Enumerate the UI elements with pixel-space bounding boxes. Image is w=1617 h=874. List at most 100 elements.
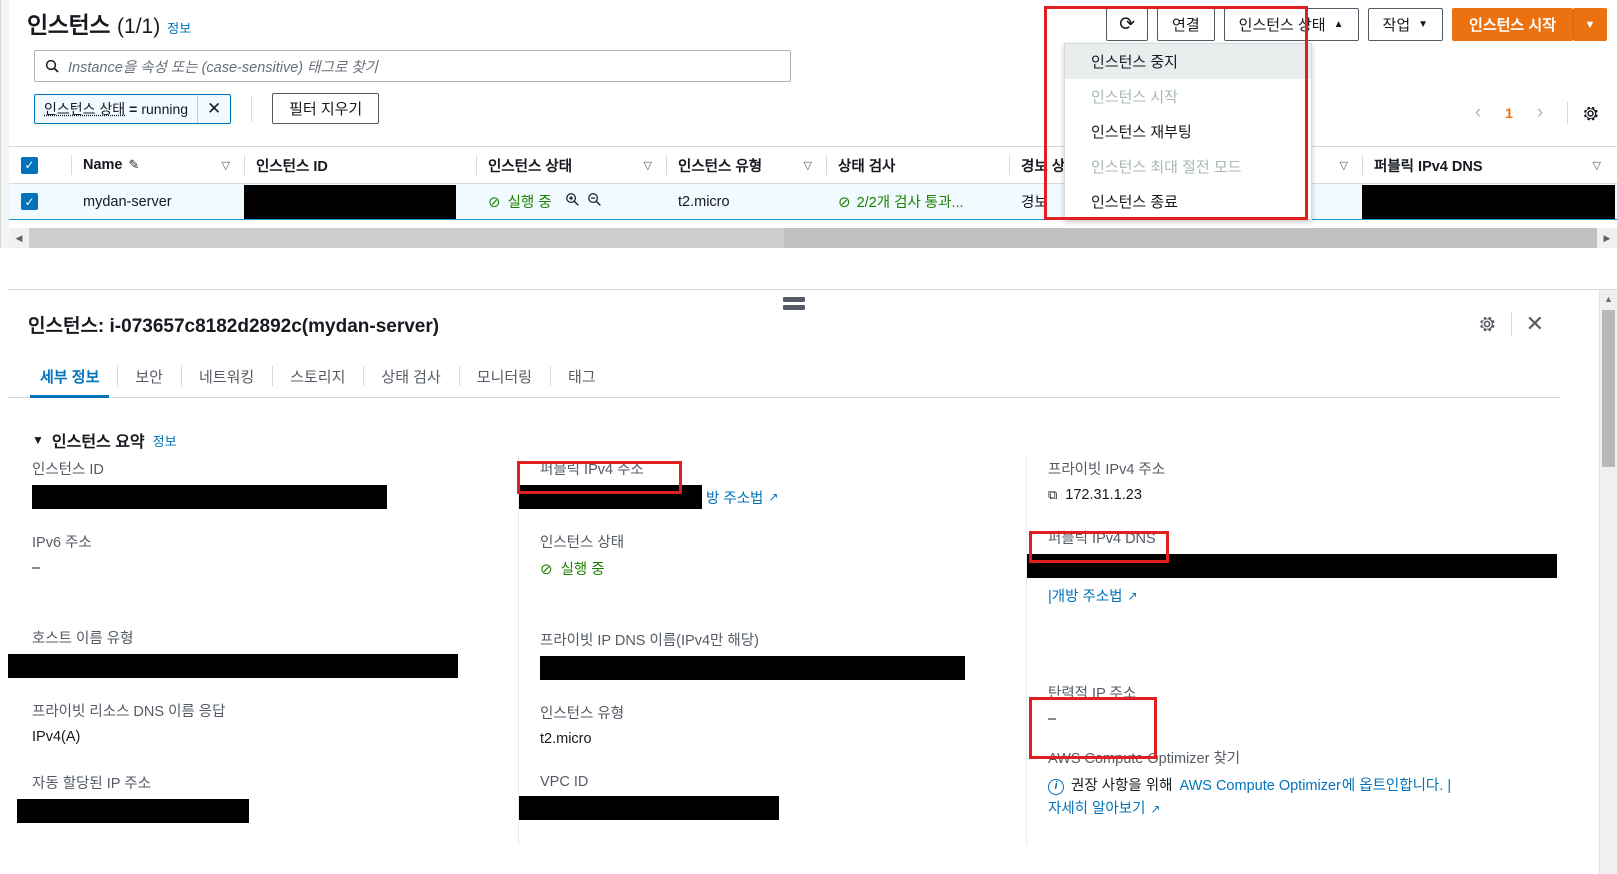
tab-divider	[363, 366, 365, 386]
chevron-down-icon[interactable]: ▼	[32, 433, 44, 447]
detail-vertical-scrollbar[interactable]: ▲	[1599, 290, 1617, 874]
tab-label: 보안	[135, 368, 163, 386]
tab-tags[interactable]: 태그	[549, 358, 614, 394]
tab-divider	[180, 366, 182, 386]
detail-panel-actions: ✕	[1477, 312, 1544, 336]
vertical-scroll-thumb[interactable]	[1602, 310, 1615, 467]
tab-status-checks[interactable]: 상태 검사	[363, 358, 458, 394]
menu-item-stop-instance[interactable]: 인스턴스 중지	[1065, 44, 1311, 79]
actions-button[interactable]: 작업 ▼	[1367, 8, 1444, 41]
summary-info-link[interactable]: 정보	[153, 431, 177, 450]
redacted-value	[540, 656, 965, 680]
instance-state-dropdown-menu[interactable]: 인스턴스 중지 인스턴스 시작 인스턴스 재부팅 인스턴스 최대 절전 모드 인…	[1064, 43, 1312, 220]
filter-token-key: 인스턴스 상태	[44, 100, 126, 117]
tab-security[interactable]: 보안	[117, 358, 181, 394]
tab-networking[interactable]: 네트워킹	[180, 358, 272, 394]
next-page-button[interactable]: ›	[1526, 100, 1554, 126]
filter-token-instance-state[interactable]: 인스턴스 상태 = running ✕	[34, 93, 232, 124]
sort-caret-icon[interactable]: ▽	[222, 159, 230, 172]
column-header-instance-id[interactable]: 인스턴스 ID	[244, 155, 476, 176]
summary-mid-column: 퍼블릭 IPv4 주소 방 주소법 ↗ 인스턴스 상태 ⊘ 실행 중 프라이빗	[518, 458, 1026, 845]
prev-page-button[interactable]: ‹	[1464, 100, 1492, 126]
field-value: |개방 주소법 ↗	[1027, 554, 1557, 606]
column-header-name[interactable]: Name ✎ ▽	[71, 155, 244, 175]
row-select-cell: ✓	[9, 193, 71, 210]
menu-item-terminate-instance[interactable]: 인스턴스 종료	[1065, 184, 1311, 219]
copy-icon[interactable]: ⧉	[1048, 487, 1057, 503]
sort-caret-icon[interactable]: ▽	[644, 159, 652, 172]
panel-resize-handle[interactable]	[783, 297, 805, 313]
sort-caret-icon[interactable]: ▽	[1340, 159, 1348, 172]
tab-monitoring[interactable]: 모니터링	[458, 358, 550, 394]
status-check-text: 2/2개 검사 통과...	[856, 195, 964, 211]
field-private-ip-dns-name: 프라이빗 IP DNS 이름(IPv4만 해당)	[540, 629, 1026, 680]
column-header-public-ipv4-dns[interactable]: 퍼블릭 IPv4 DNS ▽	[1362, 155, 1615, 176]
external-link-icon[interactable]: ↗	[768, 490, 778, 504]
instance-count: (1/1)	[117, 15, 161, 38]
zoom-out-icon[interactable]	[587, 192, 602, 211]
cell-status-check: ⊘ 2/2개 검사 통과...	[826, 191, 1009, 212]
sort-caret-icon[interactable]: ▽	[804, 159, 812, 172]
external-link-icon[interactable]: ↗	[1150, 800, 1160, 819]
tab-divider	[272, 366, 274, 386]
filter-token-operator: =	[129, 100, 138, 117]
horizontal-scroll-thumb[interactable]	[29, 228, 784, 248]
column-header-instance-state[interactable]: 인스턴스 상태 ▽	[476, 155, 666, 176]
tabs-underline	[8, 397, 1560, 398]
detail-tabs: 세부 정보 보안 네트워킹 스토리지 상태 검사 모니터링 태그	[22, 358, 614, 398]
menu-item-reboot-instance[interactable]: 인스턴스 재부팅	[1065, 114, 1311, 149]
scroll-right-button[interactable]: ▶	[1597, 228, 1617, 248]
filter-token-text: 인스턴스 상태 = running	[35, 94, 199, 123]
gear-icon[interactable]	[1581, 104, 1600, 123]
close-icon[interactable]: ✕	[1526, 313, 1544, 335]
tab-storage[interactable]: 스토리지	[272, 358, 363, 394]
horizontal-scrollbar[interactable]: ◀ ▶	[9, 228, 1617, 248]
search-input[interactable]: Instance을 속성 또는 (case-sensitive) 태그로 찾기	[34, 50, 791, 82]
column-header-status-check[interactable]: 상태 검사	[826, 155, 1009, 176]
open-addressing-link[interactable]: |개방 주소법	[1048, 585, 1123, 606]
field-value: t2.micro	[540, 731, 592, 747]
sort-caret-icon[interactable]: ▽	[1593, 159, 1601, 172]
summary-title: 인스턴스 요약	[51, 434, 145, 451]
optimizer-message: i 권장 사항을 위해 AWS Compute Optimizer 에 옵트인합…	[1048, 774, 1557, 820]
edit-pencil-icon[interactable]: ✎	[129, 157, 140, 173]
redacted-value	[519, 796, 779, 820]
page-number-1[interactable]: 1	[1496, 105, 1522, 121]
field-value: ⧉ 172.31.1.23	[1048, 485, 1557, 505]
external-link-icon[interactable]: ↗	[1128, 589, 1138, 603]
column-header-instance-type[interactable]: 인스턴스 유형 ▽	[666, 155, 826, 176]
tab-details[interactable]: 세부 정보	[22, 358, 117, 398]
instance-summary-header: ▼ 인스턴스 요약 정보	[32, 428, 177, 452]
tab-label: 네트워킹	[198, 368, 255, 386]
tab-label: 세부 정보	[40, 368, 100, 386]
scroll-up-button[interactable]: ▲	[1600, 290, 1617, 308]
column-header-label: 퍼블릭 IPv4 DNS	[1374, 158, 1483, 175]
field-instance-type: 인스턴스 유형 t2.micro	[540, 702, 1026, 749]
gear-icon[interactable]	[1477, 314, 1497, 334]
table-row[interactable]: ✓ mydan-server ⊘ 실행 중 t2.micro ⊘ 2/2개 검사…	[9, 184, 1617, 220]
field-label: IPv6 주소	[32, 535, 92, 551]
field-public-ipv4-address: 퍼블릭 IPv4 주소 방 주소법 ↗	[519, 458, 1026, 509]
launch-instance-button[interactable]: 인스턴스 시작	[1452, 8, 1573, 41]
header-info-link[interactable]: 정보	[167, 18, 191, 37]
refresh-button[interactable]: ⟳	[1106, 8, 1149, 41]
field-private-resource-dns: 프라이빗 리소스 DNS 이름 응답 IPv4(A)	[32, 700, 518, 747]
column-divider	[244, 155, 245, 175]
launch-instance-dropdown-button[interactable]: ▼	[1573, 8, 1607, 41]
tab-label: 스토리지	[290, 368, 346, 386]
connect-button[interactable]: 연결	[1157, 8, 1215, 41]
close-icon[interactable]: ✕	[198, 95, 230, 123]
compute-optimizer-link[interactable]: AWS Compute Optimizer	[1179, 775, 1340, 797]
clear-filters-button[interactable]: 필터 지우기	[272, 93, 380, 124]
instance-detail-panel: 인스턴스: i-073657c8182d2892c(mydan-server) …	[8, 289, 1617, 874]
instance-state-button[interactable]: 인스턴스 상태 ▲	[1223, 8, 1359, 41]
field-vpc-id: VPC ID	[519, 774, 1026, 820]
instance-state-text: 실행 중	[507, 195, 552, 211]
open-addressing-link[interactable]: 방 주소법	[706, 487, 763, 508]
learn-more-link[interactable]: 자세히 알아보기	[1048, 798, 1145, 820]
scroll-left-button[interactable]: ◀	[9, 228, 29, 248]
select-all-checkbox[interactable]: ✓	[21, 156, 38, 174]
zoom-in-icon[interactable]	[565, 192, 580, 211]
row-checkbox[interactable]: ✓	[21, 193, 38, 210]
summary-right-column: 프라이빗 IPv4 주소 ⧉ 172.31.1.23 퍼블릭 IPv4 DNS …	[1026, 458, 1557, 845]
